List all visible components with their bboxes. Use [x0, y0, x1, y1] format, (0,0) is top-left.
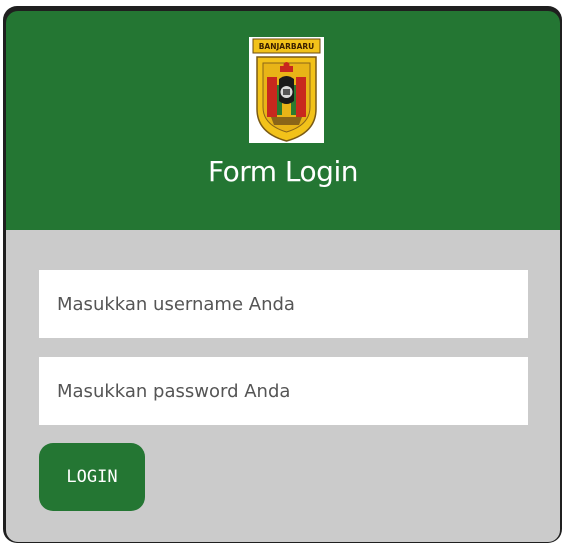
login-header: BANJARBARU Form Login [6, 11, 560, 230]
password-input[interactable] [39, 357, 528, 425]
login-card: BANJARBARU Form Login Masukkan username … [3, 6, 562, 543]
page-title: Form Login [208, 155, 358, 188]
login-button[interactable]: LOGIN [39, 443, 145, 511]
username-input[interactable] [39, 270, 528, 338]
login-window: BANJARBARU Form Login Masukkan username … [0, 0, 563, 544]
banjarbaru-emblem-icon: BANJARBARU [249, 37, 324, 143]
svg-text:BANJARBARU: BANJARBARU [259, 42, 315, 51]
login-form: LOGIN [6, 230, 560, 542]
